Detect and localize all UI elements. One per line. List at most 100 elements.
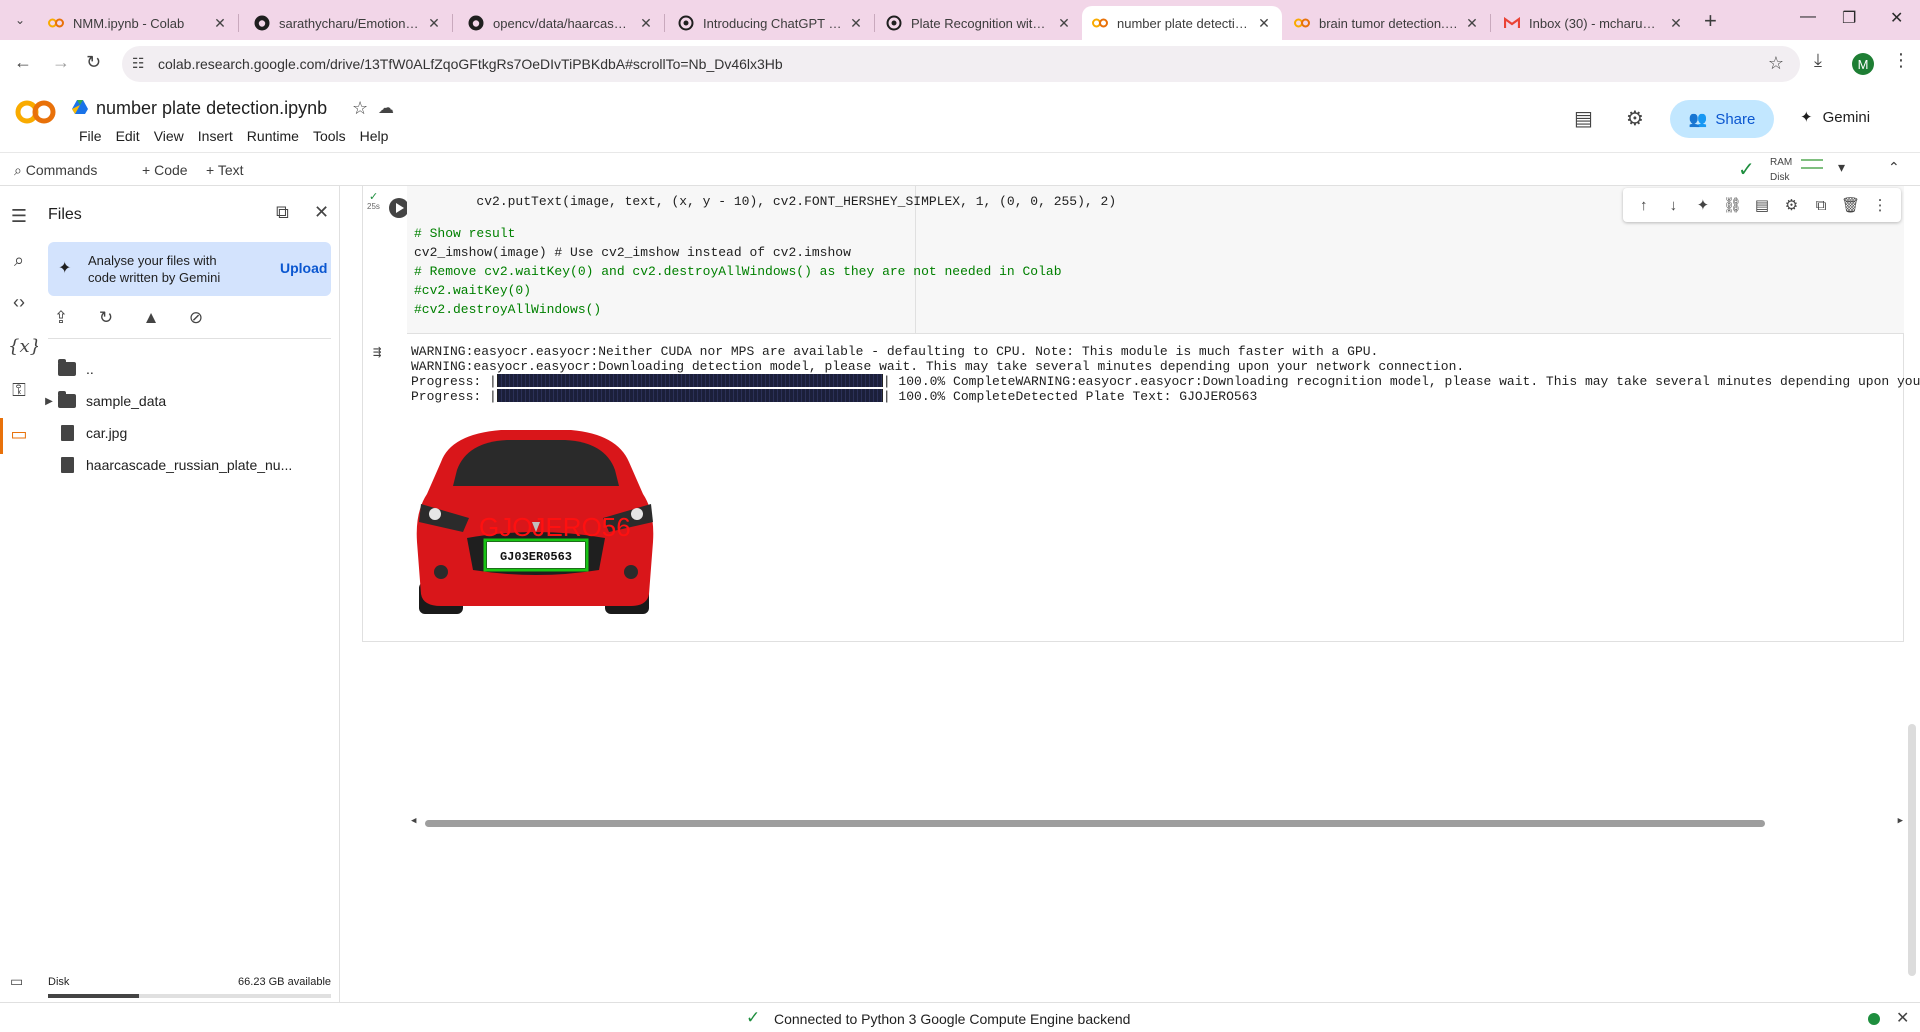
close-icon[interactable]: ✕ (426, 15, 442, 32)
browser-menu-icon[interactable]: ⋮ (1892, 50, 1910, 71)
cell-output: ⇶ WARNING:easyocr.easyocr:Neither CUDA n… (363, 334, 1920, 827)
close-icon[interactable]: ✕ (1668, 15, 1684, 32)
file-row[interactable]: haarcascade_russian_plate_nu... (42, 452, 292, 478)
gemini-sparkle-icon[interactable]: ✦ (1692, 196, 1714, 214)
ram-disk-indicator[interactable]: RAM Disk (1770, 155, 1792, 185)
star-icon[interactable]: ☆ (352, 98, 368, 119)
refresh-icon[interactable]: ↻ (93, 308, 119, 328)
file-row-parent[interactable]: .. (42, 356, 94, 382)
back-arrow-icon[interactable]: ← (14, 52, 32, 73)
add-code-button[interactable]: + Code (142, 162, 188, 178)
close-panel-icon[interactable]: ✕ (314, 202, 329, 223)
url-text[interactable]: colab.research.google.com/drive/13TfW0AL… (158, 56, 783, 72)
cell-gutter: ✓ 25s (363, 186, 409, 334)
more-options-icon[interactable]: ⋮ (1869, 196, 1891, 214)
mount-drive-icon[interactable]: ▲ (138, 308, 164, 328)
browser-tab[interactable]: NMM.ipynb - Colab ✕ (38, 6, 238, 40)
download-icon[interactable]: ⤓ (1814, 50, 1822, 71)
find-replace-icon[interactable]: ⌕ (8, 250, 30, 271)
gemini-sparkle-icon: ✦ (1800, 109, 1813, 126)
close-icon[interactable]: ✕ (1256, 15, 1272, 32)
comments-icon[interactable]: ▤ (1574, 106, 1593, 131)
settings-gear-icon[interactable]: ⚙ (1626, 106, 1644, 131)
page-vertical-scrollbar[interactable] (1908, 724, 1916, 976)
mirror-cell-icon[interactable]: ⧉ (1810, 197, 1832, 214)
scroll-right-icon[interactable]: ▶ (1898, 816, 1903, 826)
browser-tab[interactable]: sarathycharu/Emotion-de ✕ (244, 6, 452, 40)
comment-icon[interactable]: ▤ (1751, 196, 1773, 214)
tab-search-button[interactable]: ⌄ (8, 8, 32, 32)
link-icon[interactable]: ⛓ (1721, 196, 1743, 214)
bookmark-star-icon[interactable]: ☆ (1768, 53, 1784, 74)
code-cell[interactable]: ✓ 25s cv2.putText(image, text, (x, y - 1… (362, 186, 1920, 827)
browser-tab[interactable]: opencv/data/haarcascade ✕ (458, 6, 664, 40)
close-icon[interactable]: ✕ (212, 15, 228, 32)
table-of-contents-icon[interactable]: ☰ (8, 206, 30, 227)
collapse-chevron-icon[interactable]: ⌃ (1888, 159, 1900, 176)
menu-view[interactable]: View (147, 128, 191, 144)
open-in-tab-icon[interactable]: ⧉ (276, 202, 289, 223)
forward-arrow-icon[interactable]: → (52, 52, 70, 73)
new-tab-icon[interactable]: + (1704, 8, 1717, 34)
upload-file-icon[interactable]: ⇪ (48, 308, 74, 328)
secrets-key-icon[interactable]: ⚿ (8, 380, 30, 401)
menu-tools[interactable]: Tools (306, 128, 353, 144)
profile-avatar[interactable]: M (1852, 53, 1874, 75)
move-down-icon[interactable]: ↓ (1662, 197, 1684, 214)
menu-runtime[interactable]: Runtime (240, 128, 306, 144)
output-menu-icon[interactable]: ⇶ (373, 344, 381, 361)
gemini-button[interactable]: ✦ Gemini (1800, 108, 1870, 127)
window-close-icon[interactable]: ✕ (1890, 8, 1903, 28)
minimize-icon[interactable]: — (1800, 8, 1816, 26)
colab-logo[interactable] (14, 98, 58, 133)
cloud-saved-icon[interactable]: ☁ (378, 98, 394, 118)
runtime-dropdown-icon[interactable]: ▾ (1838, 159, 1845, 176)
reload-icon[interactable]: ↻ (86, 52, 101, 73)
close-icon[interactable]: ✕ (848, 15, 864, 32)
hide-hidden-files-icon[interactable]: ⊘ (183, 308, 209, 328)
restore-icon[interactable]: ❐ (1842, 8, 1856, 28)
scroll-left-icon[interactable]: ◀ (411, 816, 416, 826)
output-horizontal-scrollbar[interactable]: ◀ ▶ (411, 816, 1903, 828)
address-bar[interactable]: ☷ colab.research.google.com/drive/13TfW0… (122, 46, 1800, 82)
variables-icon[interactable]: {x} (8, 336, 41, 357)
browser-tab[interactable]: Introducing ChatGPT | Op ✕ (668, 6, 874, 40)
browser-tab[interactable]: Inbox (30) - mcharu22sar ✕ (1494, 6, 1694, 40)
close-icon[interactable]: ✕ (1056, 15, 1072, 32)
file-icon (56, 425, 78, 441)
code-snippets-icon[interactable]: ‹› (8, 292, 30, 313)
share-button[interactable]: 👥 Share (1670, 100, 1774, 138)
site-info-icon[interactable]: ☷ (132, 55, 145, 72)
command-bar: ⌕ Commands + Code + Text ✓ RAM Disk ▾ ⌃ (0, 152, 1920, 186)
terminal-icon[interactable]: ▭ (10, 973, 23, 990)
browser-tab-active[interactable]: number plate detection.ip ✕ (1082, 6, 1282, 40)
code-line-comment: #cv2.waitKey(0) (414, 283, 532, 298)
menu-help[interactable]: Help (353, 128, 396, 144)
files-folder-icon[interactable]: ▭ (8, 424, 30, 445)
file-row-folder[interactable]: ▶ sample_data (42, 388, 166, 414)
run-cell-button[interactable] (389, 198, 409, 218)
move-up-icon[interactable]: ↑ (1633, 197, 1655, 214)
code-line-comment: # Remove cv2.waitKey(0) and cv2.destroyA… (414, 264, 1062, 279)
settings-gear-icon[interactable]: ⚙ (1781, 196, 1803, 214)
tab-title: Introducing ChatGPT | Op (703, 15, 842, 31)
expand-caret-icon[interactable]: ▶ (42, 396, 56, 407)
close-icon[interactable]: ✕ (638, 15, 654, 32)
close-status-icon[interactable]: ✕ (1896, 1008, 1909, 1028)
browser-tab[interactable]: Plate Recognition with OC ✕ (876, 6, 1082, 40)
connection-status-dot[interactable] (1868, 1013, 1880, 1025)
delete-icon[interactable]: 🗑 (1840, 196, 1862, 214)
scroll-thumb[interactable] (425, 820, 1765, 827)
upload-link[interactable]: Upload (280, 260, 327, 276)
gemini-files-prompt: Analyse your files with code written by … (88, 253, 221, 285)
close-icon[interactable]: ✕ (1464, 15, 1480, 32)
notebook-title[interactable]: number plate detection.ipynb (96, 98, 327, 119)
add-text-button[interactable]: + Text (206, 162, 244, 178)
menu-insert[interactable]: Insert (191, 128, 240, 144)
browser-tab[interactable]: brain tumor detection.ipy ✕ (1284, 6, 1490, 40)
google-drive-icon[interactable] (72, 100, 88, 114)
file-row[interactable]: car.jpg (42, 420, 127, 446)
menu-file[interactable]: File (72, 128, 109, 144)
commands-button[interactable]: ⌕ Commands (14, 162, 97, 179)
menu-edit[interactable]: Edit (109, 128, 147, 144)
